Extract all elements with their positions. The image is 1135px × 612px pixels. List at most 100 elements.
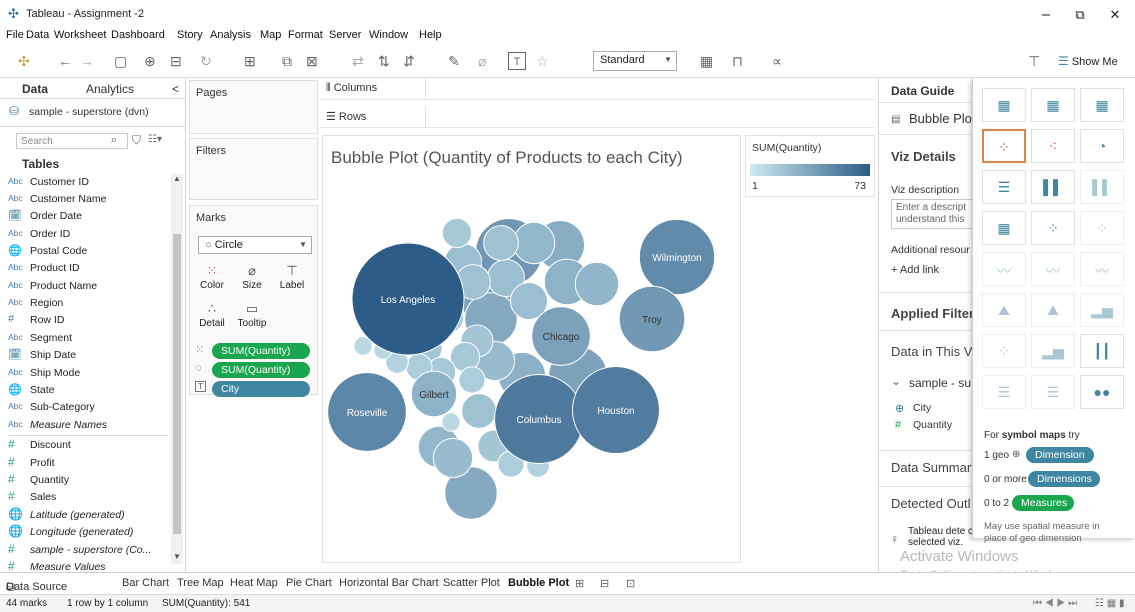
menu-help[interactable]: Help: [419, 29, 442, 41]
scrollbar-thumb[interactable]: [173, 234, 181, 534]
show-cards-icon[interactable]: ▦: [700, 52, 713, 70]
rows-shelf[interactable]: ☰ Rows: [320, 106, 875, 128]
box-and-whisker-chart-icon[interactable]: ┃┃: [1080, 334, 1124, 368]
menu-dashboard[interactable]: Dashboard: [111, 29, 165, 41]
bubble-mark[interactable]: [441, 412, 461, 432]
menu-analysis[interactable]: Analysis: [210, 29, 251, 41]
area-discrete-chart-icon[interactable]: ⛰: [1031, 293, 1075, 327]
field-region[interactable]: Abc Region: [0, 296, 172, 313]
viz-canvas[interactable]: Bubble Plot (Quantity of Products to eac…: [322, 135, 741, 563]
sheet-navigation-icon[interactable]: ⏮ ◀ ▶ ⏭: [1033, 598, 1077, 609]
histogram-chart-icon[interactable]: ▂▅: [1031, 334, 1075, 368]
show-me-button[interactable]: ☰ Show Me: [1058, 52, 1118, 70]
field-row-id[interactable]: # Row ID: [0, 313, 172, 330]
side-by-side-circles-chart-icon[interactable]: ⁘: [1080, 211, 1124, 245]
search-input[interactable]: Search ⌕: [16, 133, 128, 149]
highlight-icon[interactable]: ✎: [448, 52, 460, 70]
filter-icon[interactable]: ⛉: [132, 133, 141, 148]
color-button[interactable]: ⁙ Color: [194, 262, 230, 296]
dual-lines-chart-icon[interactable]: 〰: [1080, 252, 1124, 286]
gantt-chart-chart-icon[interactable]: ☰: [982, 375, 1026, 409]
tab-horizontal-bar-chart[interactable]: Horizontal Bar Chart: [339, 577, 439, 589]
new-story-icon[interactable]: ⊡: [626, 577, 635, 590]
field-longitude[interactable]: 🌐 Longitude (generated): [0, 524, 172, 542]
datasource-name[interactable]: sample - superstore (dvn): [29, 106, 149, 118]
highlight-table-chart-icon[interactable]: ▦: [1080, 88, 1124, 122]
symbol-map-chart-icon[interactable]: ⁘: [982, 129, 1026, 163]
new-worksheet-icon[interactable]: ⊞: [244, 52, 256, 70]
field-product-id[interactable]: Abc Product ID: [0, 261, 172, 278]
tab-pie-chart[interactable]: Pie Chart: [286, 577, 332, 589]
chevron-down-icon[interactable]: ⌄: [891, 374, 901, 388]
bubble-mark[interactable]: [574, 261, 620, 307]
detail-button[interactable]: ∴ Detail: [194, 300, 230, 334]
side-by-side-bars-chart-icon[interactable]: ▌▌: [1080, 170, 1124, 204]
tab-analytics[interactable]: Analytics: [86, 82, 134, 96]
size-button[interactable]: ⌀ Size: [234, 262, 270, 296]
columns-shelf[interactable]: ⫴ Columns: [320, 78, 875, 100]
view-options-icon[interactable]: ☷▾: [148, 134, 162, 145]
menu-window[interactable]: Window: [369, 29, 408, 41]
bubble-mark[interactable]: [432, 437, 474, 479]
clear-sheet-icon[interactable]: ⊠: [306, 52, 318, 70]
menu-data[interactable]: Data: [26, 29, 49, 41]
viz-description-input[interactable]: Enter a descript understand this: [891, 199, 978, 229]
duplicate-icon[interactable]: ⧉: [282, 52, 292, 70]
field-measure-values[interactable]: # Measure Values: [0, 560, 172, 572]
new-datasource-icon[interactable]: ⊕: [144, 52, 156, 70]
field-order-id[interactable]: Abc Order ID: [0, 227, 172, 244]
circle-views-chart-icon[interactable]: ⁘: [1031, 211, 1075, 245]
menu-server[interactable]: Server: [329, 29, 361, 41]
close-button[interactable]: ✕: [1100, 4, 1130, 26]
tab-tree-map[interactable]: Tree Map: [177, 577, 224, 589]
fix-axes-icon[interactable]: ☆: [536, 52, 549, 70]
tab-bubble-plot[interactable]: Bubble Plot: [508, 577, 569, 589]
field-customer-id[interactable]: Abc Customer ID: [0, 175, 172, 192]
filters-card[interactable]: Filters: [189, 138, 318, 200]
field-segment[interactable]: Abc Segment: [0, 331, 172, 348]
dual-combination-chart-icon[interactable]: ▂▅: [1080, 293, 1124, 327]
mark-type-select[interactable]: ○ Circle ▼: [198, 236, 312, 254]
menu-format[interactable]: Format: [288, 29, 323, 41]
add-link-button[interactable]: + Add link: [891, 264, 939, 276]
field-measure-names[interactable]: Abc Measure Names: [0, 418, 172, 435]
field-postal-code[interactable]: 🌐 Postal Code: [0, 244, 172, 261]
scroll-down-icon[interactable]: ▼: [173, 552, 181, 561]
city-pill[interactable]: City: [212, 381, 310, 397]
new-worksheet-icon[interactable]: ⊞: [575, 577, 584, 590]
color-pill[interactable]: SUM(Quantity): [212, 343, 310, 359]
view-toggle-icon[interactable]: ☷ ▦ ▮: [1095, 598, 1124, 609]
tooltip-button[interactable]: ▭ Tooltip: [234, 300, 270, 334]
field-sales[interactable]: # Sales: [0, 489, 172, 507]
bubble-mark[interactable]: [458, 366, 486, 394]
share-icon[interactable]: ∝: [772, 52, 782, 70]
menu-worksheet[interactable]: Worksheet: [54, 29, 106, 41]
pages-card[interactable]: Pages: [189, 80, 318, 134]
field-latitude[interactable]: 🌐 Latitude (generated): [0, 507, 172, 525]
field-profit[interactable]: # Profit: [0, 455, 172, 473]
size-pill[interactable]: SUM(Quantity): [212, 362, 310, 378]
field-record-count[interactable]: # sample - superstore (Co...: [0, 542, 172, 560]
menu-story[interactable]: Story: [177, 29, 203, 41]
field-sub-category[interactable]: Abc Sub-Category: [0, 400, 172, 417]
packed-bubbles-chart-icon[interactable]: ●●: [1080, 375, 1124, 409]
refresh-icon[interactable]: ↻: [200, 52, 212, 70]
field-ship-date[interactable]: 🗓 Ship Date: [0, 348, 172, 365]
field-ship-mode[interactable]: Abc Ship Mode: [0, 366, 172, 383]
minimize-button[interactable]: –: [1031, 4, 1061, 26]
horizontal-bars-chart-icon[interactable]: ☰: [982, 170, 1026, 204]
field-product-name[interactable]: Abc Product Name: [0, 279, 172, 296]
heat-map-chart-icon[interactable]: ▦: [1031, 88, 1075, 122]
show-labels-icon[interactable]: T: [508, 52, 526, 70]
save-icon[interactable]: ▢: [114, 52, 127, 70]
scatter-plot-chart-icon[interactable]: ⁘: [982, 334, 1026, 368]
group-icon[interactable]: ⌀: [478, 52, 486, 70]
fit-select[interactable]: Standard ▼: [593, 51, 677, 71]
treemap-chart-icon[interactable]: ▦: [982, 211, 1026, 245]
sort-descending-icon[interactable]: ⇵: [403, 52, 415, 70]
color-legend[interactable]: SUM(Quantity) 1 73: [745, 135, 875, 197]
presentation-icon[interactable]: ⊓: [732, 52, 743, 70]
tab-scatter-plot[interactable]: Scatter Plot: [443, 577, 500, 589]
field-discount[interactable]: # Discount: [0, 437, 172, 455]
undo-icon[interactable]: ←: [58, 52, 72, 70]
